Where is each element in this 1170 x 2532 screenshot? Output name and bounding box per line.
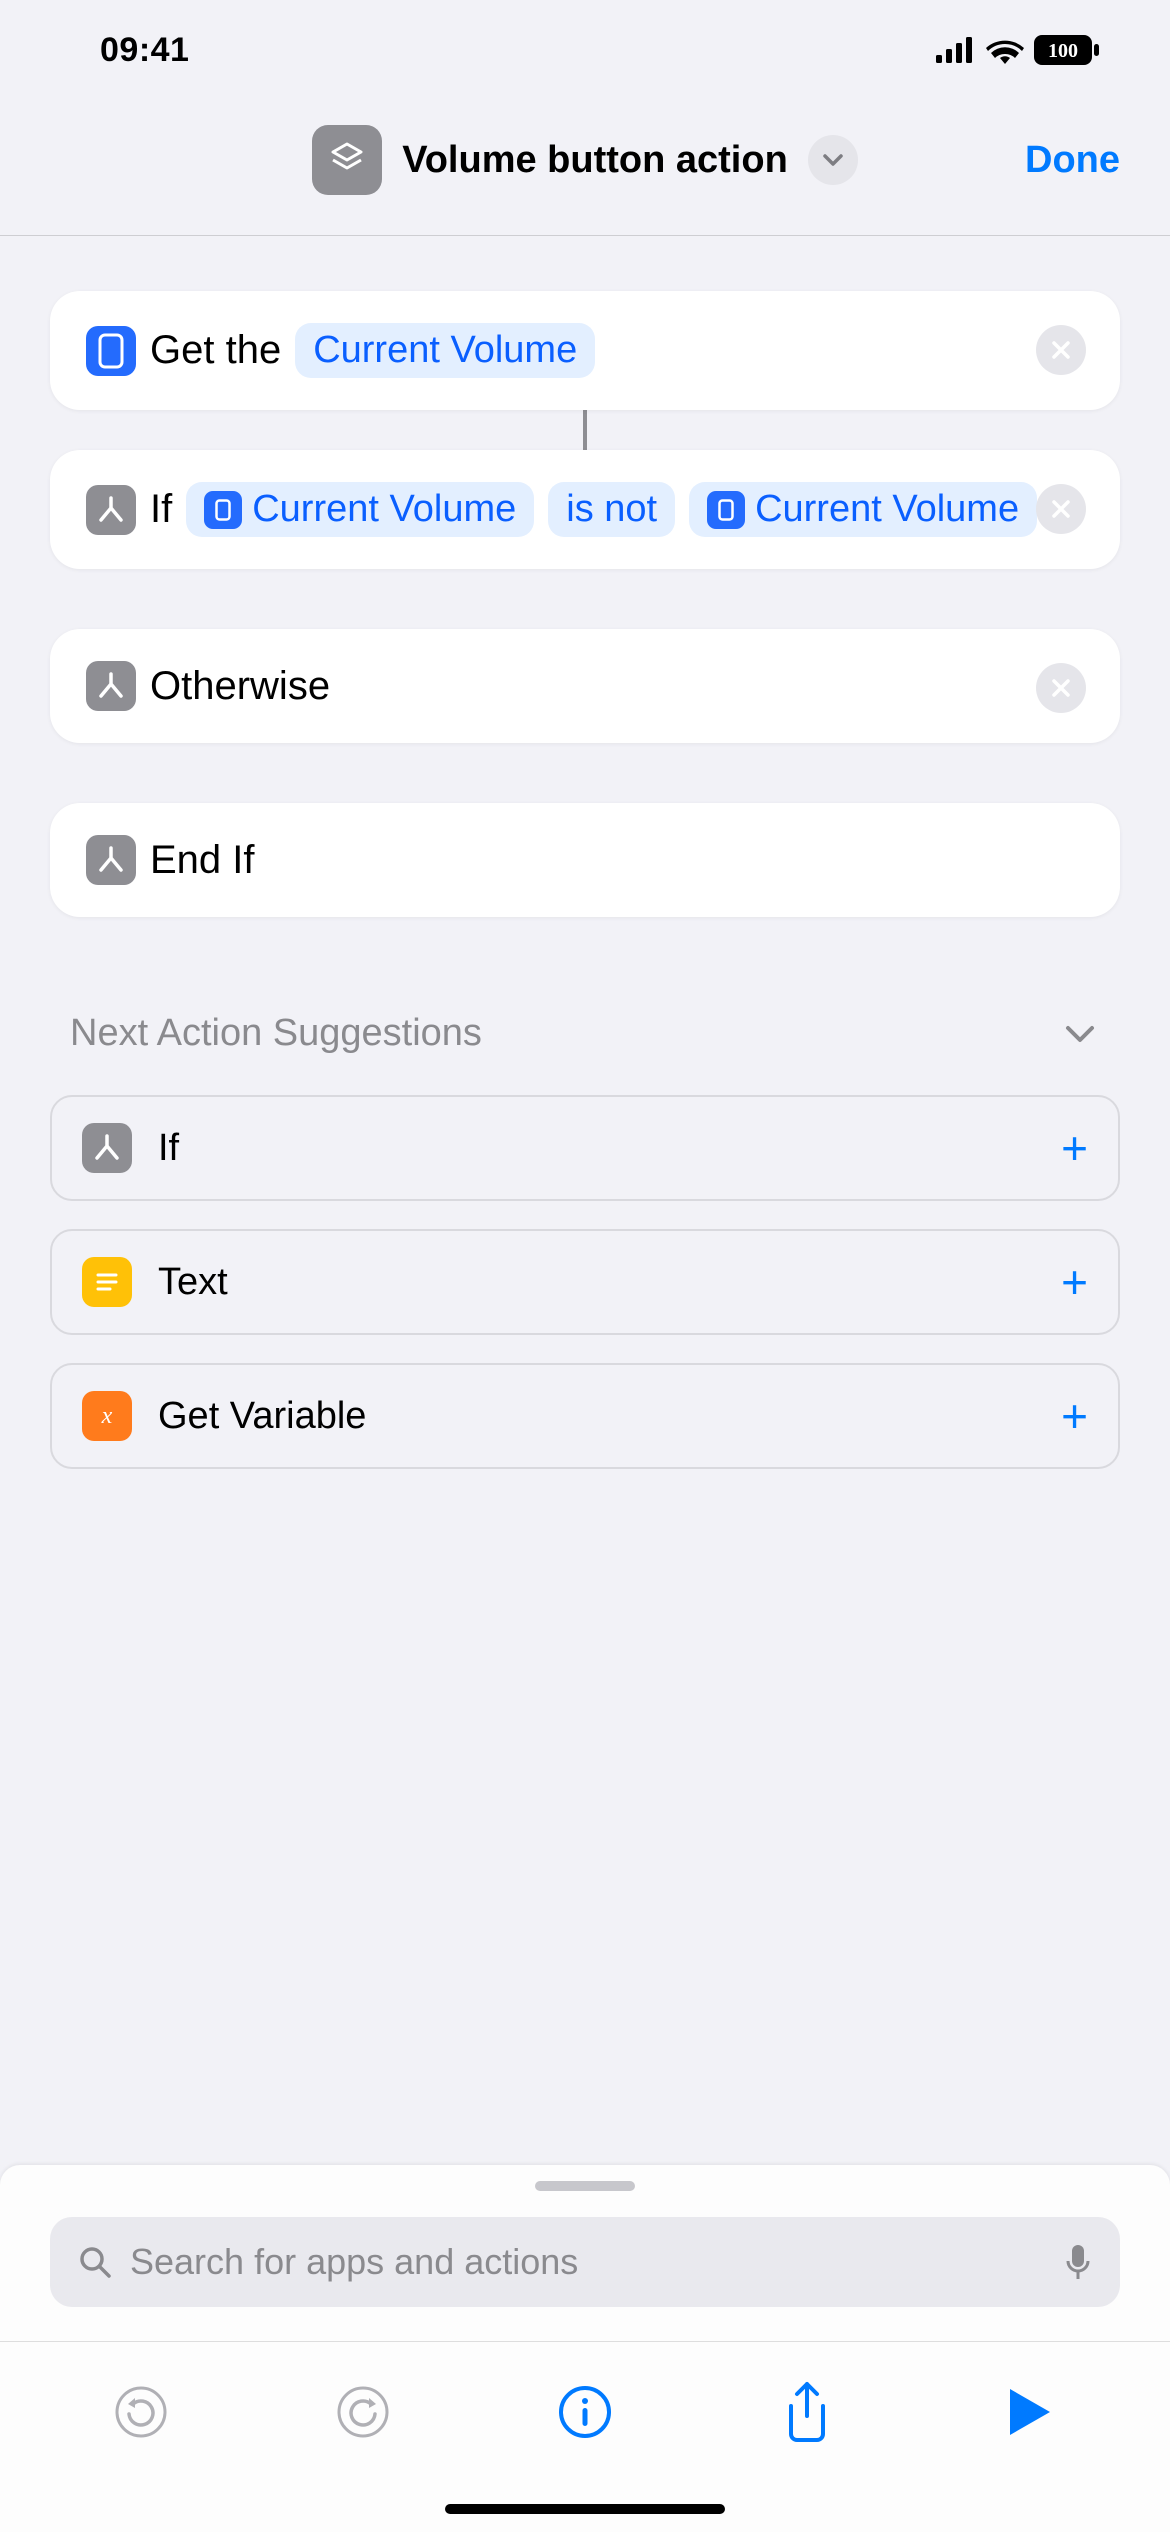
shortcut-icon [312, 125, 382, 195]
var-current-volume-2[interactable]: Current Volume [689, 482, 1037, 537]
search-bar[interactable]: Search for apps and actions [50, 2217, 1120, 2307]
variable-icon: x [82, 1391, 132, 1441]
connector-line [583, 410, 587, 450]
share-button[interactable] [777, 2380, 837, 2444]
redo-button[interactable] [333, 2384, 393, 2440]
status-right: 100 [936, 35, 1100, 65]
info-button[interactable] [555, 2384, 615, 2440]
branch-icon [86, 661, 136, 711]
suggestions-title: Next Action Suggestions [70, 1012, 482, 1055]
branch-icon [82, 1123, 132, 1173]
suggestion-get-variable[interactable]: x Get Variable + [50, 1363, 1120, 1469]
suggestion-list: If + Text + x Get Variable + [50, 1095, 1120, 1469]
device-icon [86, 326, 136, 376]
action-otherwise[interactable]: Otherwise [50, 629, 1120, 743]
if-label: If [150, 487, 172, 532]
var-current-volume-1[interactable]: Current Volume [186, 482, 534, 537]
text-icon [82, 1257, 132, 1307]
delete-action-button[interactable] [1036, 325, 1086, 375]
home-indicator[interactable] [445, 2504, 725, 2514]
suggestion-label: Get Variable [158, 1395, 366, 1438]
otherwise-label: Otherwise [150, 664, 330, 709]
delete-action-button[interactable] [1036, 663, 1086, 713]
suggestion-label: If [158, 1127, 179, 1170]
suggestion-text[interactable]: Text + [50, 1229, 1120, 1335]
endif-label: End If [150, 838, 255, 883]
add-suggestion-button[interactable]: + [1061, 1389, 1088, 1443]
search-placeholder: Search for apps and actions [130, 2241, 1046, 2283]
suggestion-if[interactable]: If + [50, 1095, 1120, 1201]
status-time: 09:41 [100, 31, 189, 70]
param-current-volume[interactable]: Current Volume [295, 323, 595, 378]
delete-action-button[interactable] [1036, 484, 1086, 534]
status-bar: 09:41 100 [0, 0, 1170, 100]
device-mini-icon [204, 491, 242, 529]
suggestions-header[interactable]: Next Action Suggestions [50, 1012, 1120, 1055]
condition-is-not[interactable]: is not [548, 482, 675, 537]
nav-bar: Volume button action Done [0, 100, 1170, 236]
mic-icon[interactable] [1064, 2243, 1092, 2281]
chevron-down-icon [1060, 1014, 1100, 1054]
add-suggestion-button[interactable]: + [1061, 1255, 1088, 1309]
done-button[interactable]: Done [1025, 139, 1120, 182]
play-button[interactable] [999, 2385, 1059, 2439]
actions-content: Get the Current Volume If Current Volume… [0, 291, 1170, 1469]
branch-icon [86, 485, 136, 535]
shortcut-title-group[interactable]: Volume button action [312, 125, 858, 195]
bottom-sheet: Search for apps and actions [0, 2165, 1170, 2532]
action-text: Get the [150, 328, 281, 373]
add-suggestion-button[interactable]: + [1061, 1121, 1088, 1175]
battery-icon: 100 [1034, 35, 1100, 65]
cellular-icon [936, 37, 976, 63]
action-get-volume[interactable]: Get the Current Volume [50, 291, 1120, 410]
suggestion-label: Text [158, 1261, 228, 1304]
undo-button[interactable] [111, 2384, 171, 2440]
title-chevron-down-icon[interactable] [808, 135, 858, 185]
shortcut-title: Volume button action [402, 139, 788, 182]
search-icon [78, 2245, 112, 2279]
svg-text:x: x [101, 1403, 113, 1429]
bottom-toolbar [0, 2341, 1170, 2464]
wifi-icon [986, 36, 1024, 64]
action-if[interactable]: If Current Volume is not Current Volume [50, 450, 1120, 569]
action-end-if[interactable]: End If [50, 803, 1120, 917]
sheet-grabber[interactable] [535, 2181, 635, 2191]
branch-icon [86, 835, 136, 885]
device-mini-icon [707, 491, 745, 529]
svg-text:100: 100 [1048, 40, 1078, 62]
